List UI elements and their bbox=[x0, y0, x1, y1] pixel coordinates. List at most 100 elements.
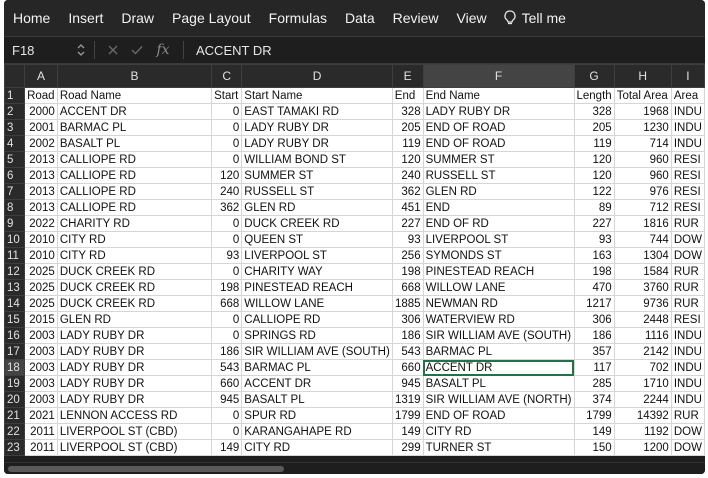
table-cell[interactable]: SUMMER ST bbox=[241, 167, 393, 184]
table-cell[interactable]: WILLIAM BOND ST bbox=[241, 151, 393, 168]
table-cell[interactable]: DOW bbox=[670, 439, 705, 456]
table-cell[interactable]: 240 bbox=[211, 183, 243, 200]
table-cell[interactable]: INDU bbox=[670, 375, 705, 392]
table-cell[interactable]: LADY RUBY DR bbox=[422, 103, 575, 120]
menu-insert[interactable]: Insert bbox=[59, 10, 112, 26]
scrollbar-thumb[interactable] bbox=[8, 466, 284, 472]
table-cell[interactable]: EAST TAMAKI RD bbox=[241, 103, 393, 120]
table-cell[interactable]: 2025 bbox=[24, 263, 58, 280]
table-cell[interactable]: 2015 bbox=[24, 311, 58, 328]
table-cell[interactable]: 1230 bbox=[613, 119, 672, 136]
column-header[interactable]: C bbox=[211, 64, 243, 88]
table-cell[interactable]: 2021 bbox=[24, 407, 58, 424]
select-all-corner[interactable] bbox=[4, 64, 26, 88]
table-cell[interactable]: 205 bbox=[391, 119, 424, 136]
table-cell[interactable]: 328 bbox=[573, 103, 615, 120]
table-cell[interactable]: BARMAC PL bbox=[422, 343, 575, 360]
table-cell[interactable]: BASALT PL bbox=[422, 375, 575, 392]
table-cell[interactable]: CITY RD bbox=[241, 439, 393, 456]
table-cell[interactable]: SYMONDS ST bbox=[422, 247, 575, 264]
table-cell[interactable]: 945 bbox=[391, 375, 424, 392]
table-cell[interactable]: 2003 bbox=[24, 359, 58, 376]
table-cell[interactable]: WILLOW LANE bbox=[422, 279, 575, 296]
table-cell[interactable]: CALLIOPE RD bbox=[241, 311, 393, 328]
table-cell[interactable]: 198 bbox=[391, 263, 424, 280]
table-cell[interactable]: 93 bbox=[391, 231, 424, 248]
menu-page-layout[interactable]: Page Layout bbox=[163, 10, 260, 26]
row-header[interactable]: 3 bbox=[4, 119, 26, 136]
table-cell[interactable]: 543 bbox=[391, 343, 424, 360]
table-cell[interactable]: 945 bbox=[211, 391, 243, 408]
table-cell[interactable]: 93 bbox=[573, 231, 615, 248]
table-cell[interactable]: 328 bbox=[391, 103, 424, 120]
row-header[interactable]: 2 bbox=[4, 103, 26, 120]
table-cell[interactable]: RUR bbox=[670, 263, 705, 280]
table-cell[interactable]: 299 bbox=[391, 439, 424, 456]
table-cell[interactable]: 702 bbox=[613, 359, 672, 376]
table-cell[interactable]: 120 bbox=[391, 151, 424, 168]
row-header[interactable]: 20 bbox=[4, 391, 26, 408]
table-cell[interactable]: 668 bbox=[391, 279, 424, 296]
row-header[interactable]: 11 bbox=[4, 247, 26, 264]
table-cell[interactable]: 1584 bbox=[613, 263, 672, 280]
row-header[interactable]: 1 bbox=[4, 87, 26, 104]
table-cell[interactable]: SIR WILLIAM AVE (NORTH) bbox=[422, 391, 575, 408]
table-cell[interactable]: 2013 bbox=[24, 151, 58, 168]
row-header[interactable]: 4 bbox=[4, 135, 26, 152]
table-cell[interactable]: 1116 bbox=[613, 327, 672, 344]
name-box-dropdown[interactable] bbox=[74, 39, 88, 61]
table-cell[interactable]: 186 bbox=[211, 343, 243, 360]
row-header[interactable]: 21 bbox=[4, 407, 26, 424]
table-cell[interactable]: SPUR RD bbox=[241, 407, 393, 424]
table-cell[interactable]: 0 bbox=[211, 263, 243, 280]
menu-home[interactable]: Home bbox=[4, 10, 59, 26]
column-header[interactable]: B bbox=[56, 64, 213, 88]
table-cell[interactable]: 149 bbox=[211, 439, 243, 456]
table-cell[interactable]: 470 bbox=[573, 279, 615, 296]
table-cell[interactable]: RUSSELL ST bbox=[422, 167, 575, 184]
table-cell[interactable]: 2003 bbox=[24, 343, 58, 360]
table-cell[interactable]: DUCK CREEK RD bbox=[56, 279, 213, 296]
table-cell[interactable]: 714 bbox=[613, 135, 672, 152]
table-cell[interactable]: 2010 bbox=[24, 247, 58, 264]
table-cell[interactable]: 306 bbox=[391, 311, 424, 328]
table-cell[interactable]: CALLIOPE RD bbox=[56, 167, 213, 184]
table-cell[interactable]: 451 bbox=[391, 199, 424, 216]
menu-formulas[interactable]: Formulas bbox=[260, 10, 336, 26]
table-cell[interactable]: 1710 bbox=[613, 375, 672, 392]
table-cell[interactable]: PINESTEAD REACH bbox=[241, 279, 393, 296]
table-cell[interactable]: 1192 bbox=[613, 423, 672, 440]
table-cell[interactable]: LIVERPOOL ST (CBD) bbox=[56, 439, 213, 456]
table-cell[interactable]: 668 bbox=[211, 295, 243, 312]
cell-grid[interactable]: ABCDEFGHI 1 Road Road Name Start Start Name E… bbox=[4, 64, 705, 456]
table-cell[interactable]: NEWMAN RD bbox=[422, 295, 575, 312]
table-cell[interactable]: LADY RUBY DR bbox=[241, 135, 393, 152]
table-cell[interactable]: LIVERPOOL ST (CBD) bbox=[56, 423, 213, 440]
table-cell[interactable]: 2011 bbox=[24, 423, 58, 440]
table-cell[interactable]: DOW bbox=[670, 423, 705, 440]
table-cell[interactable]: RESI bbox=[670, 183, 705, 200]
table-cell[interactable]: 1816 bbox=[613, 215, 672, 232]
menu-draw[interactable]: Draw bbox=[112, 10, 163, 26]
table-cell[interactable]: QUEEN ST bbox=[241, 231, 393, 248]
table-cell[interactable]: RUR bbox=[670, 407, 705, 424]
column-header[interactable]: H bbox=[613, 64, 672, 88]
table-cell[interactable]: 2013 bbox=[24, 183, 58, 200]
table-cell[interactable]: 2003 bbox=[24, 375, 58, 392]
row-header[interactable]: 10 bbox=[4, 231, 26, 248]
table-cell[interactable]: 960 bbox=[613, 151, 672, 168]
table-cell[interactable]: CHARITY WAY bbox=[241, 263, 393, 280]
table-cell[interactable]: LIVERPOOL ST bbox=[241, 247, 393, 264]
row-header[interactable]: 23 bbox=[4, 439, 26, 456]
table-cell[interactable]: LADY RUBY DR bbox=[56, 375, 213, 392]
table-cell[interactable]: 120 bbox=[211, 167, 243, 184]
insert-function-icon[interactable]: fx bbox=[149, 42, 177, 58]
table-cell[interactable]: 205 bbox=[573, 119, 615, 136]
horizontal-scrollbar[interactable] bbox=[4, 462, 705, 474]
table-cell[interactable]: 89 bbox=[573, 199, 615, 216]
table-cell[interactable]: KARANGAHAPE RD bbox=[241, 423, 393, 440]
table-cell[interactable]: 3760 bbox=[613, 279, 672, 296]
table-cell[interactable]: 149 bbox=[391, 423, 424, 440]
table-cell[interactable]: END OF RD bbox=[422, 215, 575, 232]
row-header[interactable]: 13 bbox=[4, 279, 26, 296]
